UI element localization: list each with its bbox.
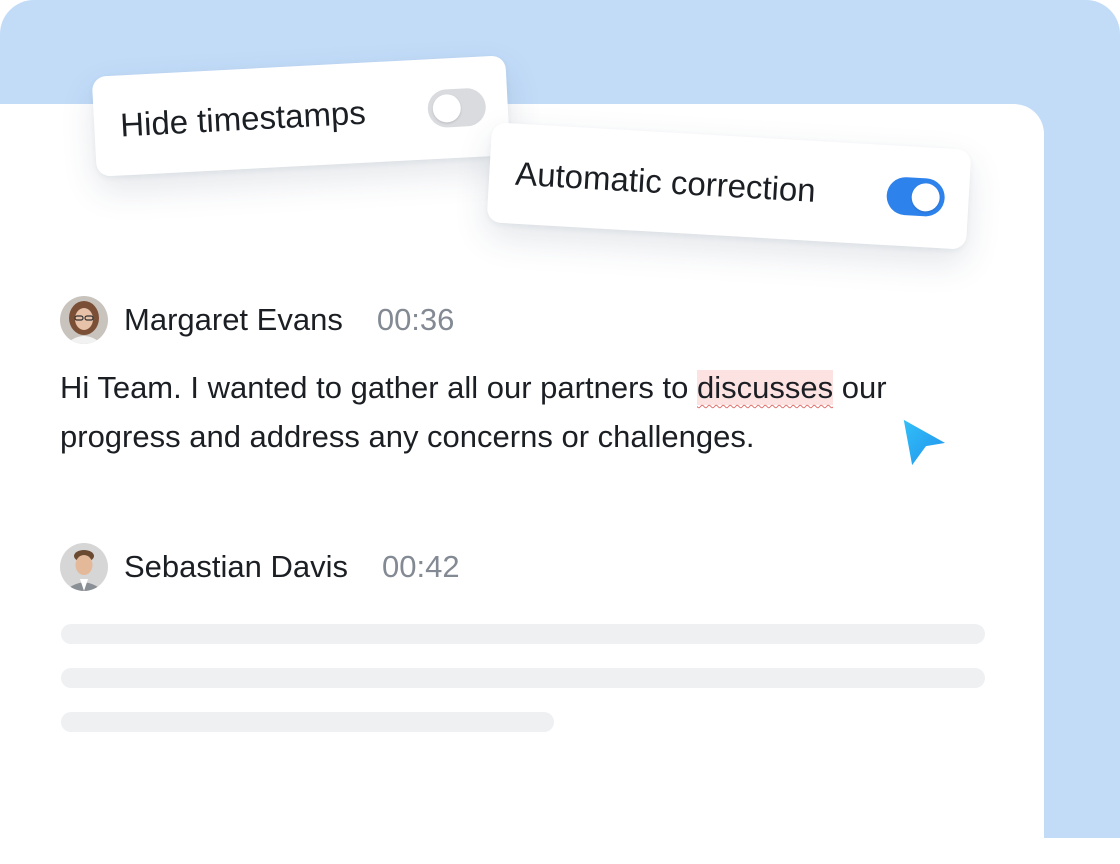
message-text: Hi Team. I wanted to gather all our part… xyxy=(60,370,697,405)
loading-placeholder-line xyxy=(61,668,985,688)
toggle-knob xyxy=(910,182,941,213)
speaker-name: Margaret Evans xyxy=(124,302,343,337)
loading-placeholder-line xyxy=(61,712,554,732)
speaker-timestamp: 00:42 xyxy=(382,549,460,584)
speaker-timestamp: 00:36 xyxy=(376,302,455,337)
automatic-correction-toggle[interactable] xyxy=(885,176,946,218)
avatar xyxy=(60,296,108,344)
transcript-message: Hi Team. I wanted to gather all our part… xyxy=(60,363,1000,461)
hide-timestamps-toggle[interactable] xyxy=(426,87,487,129)
pointer-arrow-icon xyxy=(899,414,953,472)
hide-timestamps-label: Hide timestamps xyxy=(119,93,367,144)
loading-placeholder-line xyxy=(61,624,985,644)
speaker-header: Margaret Evans 00:36 xyxy=(60,296,454,344)
toggle-knob xyxy=(432,93,462,124)
avatar xyxy=(60,543,108,591)
speaker-name: Sebastian Davis xyxy=(124,549,349,584)
flagged-word[interactable]: discusses xyxy=(696,370,834,405)
speaker-header: Sebastian Davis 00:42 xyxy=(60,543,460,591)
automatic-correction-label: Automatic correction xyxy=(514,154,817,209)
